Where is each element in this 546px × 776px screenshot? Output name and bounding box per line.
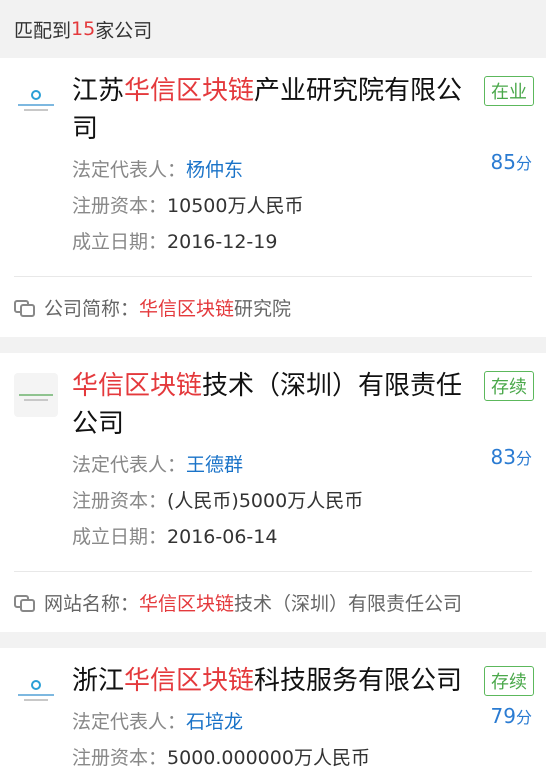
result-suffix: 家公司 xyxy=(95,19,153,42)
legal-rep-link[interactable]: 石培龙 xyxy=(186,711,243,733)
status-badge: 在业 xyxy=(484,76,534,106)
company-card[interactable]: 江苏华信区块链产业研究院有限公司 法定代表人：杨仲东 注册资本：10500万人民… xyxy=(0,58,546,337)
website-icon xyxy=(14,594,35,612)
legal-rep-row: 法定代表人：杨仲东 xyxy=(72,159,244,181)
company-name[interactable]: 华信区块链技术（深圳）有限责任公司 xyxy=(72,367,466,443)
match-score: 79分 xyxy=(490,704,532,728)
legal-rep-link[interactable]: 王德群 xyxy=(186,454,243,476)
status-badge: 存续 xyxy=(484,371,534,401)
company-name[interactable]: 浙江华信区块链科技服务有限公司 xyxy=(72,662,466,700)
company-logo xyxy=(14,668,58,712)
company-card[interactable]: 华信区块链技术（深圳）有限责任公司 法定代表人：王德群 注册资本：(人民币)50… xyxy=(0,353,546,632)
founded-row: 成立日期：2016-12-19 xyxy=(72,231,278,253)
legal-rep-row: 法定代表人：王德群 xyxy=(72,454,244,476)
company-name[interactable]: 江苏华信区块链产业研究院有限公司 xyxy=(72,72,466,148)
capital-row: 注册资本：10500万人民币 xyxy=(72,195,304,217)
legal-rep-link[interactable]: 杨仲东 xyxy=(186,159,243,181)
result-count: 15 xyxy=(71,18,96,40)
website-row: 网站名称： 华信区块链 技术（深圳）有限责任公司 xyxy=(0,572,546,632)
alias-row: 公司简称： 华信区块链 研究院 xyxy=(0,277,546,337)
match-score: 85分 xyxy=(490,150,532,174)
result-count-header: 匹配到 15 家公司 xyxy=(0,0,546,58)
legal-rep-row: 法定代表人：石培龙 xyxy=(72,711,244,733)
result-prefix: 匹配到 xyxy=(14,19,72,42)
capital-row: 注册资本：5000.000000万人民币 xyxy=(72,747,370,769)
founded-row: 成立日期：2016-06-14 xyxy=(72,526,278,548)
alias-icon xyxy=(14,299,35,317)
capital-row: 注册资本：(人民币)5000万人民币 xyxy=(72,490,364,512)
company-logo xyxy=(14,78,58,122)
match-score: 83分 xyxy=(490,445,532,469)
status-badge: 存续 xyxy=(484,666,534,696)
company-logo xyxy=(14,373,58,417)
company-card[interactable]: 浙江华信区块链科技服务有限公司 法定代表人：石培龙 注册资本：5000.0000… xyxy=(0,648,546,776)
